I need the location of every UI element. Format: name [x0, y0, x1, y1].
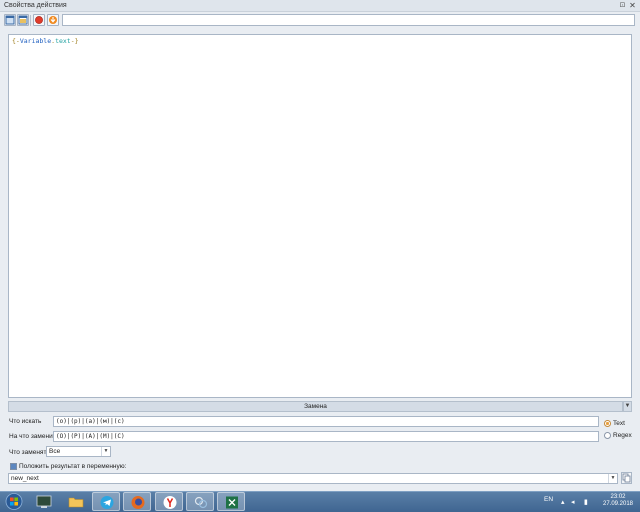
start-icon — [5, 493, 23, 510]
layout-single-button[interactable] — [4, 14, 16, 26]
mode-text-radio[interactable] — [604, 420, 611, 427]
window-title: Свойства действия — [4, 2, 67, 9]
editor-code-line: {-Variable.text-} — [12, 37, 79, 45]
copy-variable-button[interactable] — [621, 472, 632, 484]
record-icon — [35, 16, 43, 24]
layout-split-icon — [18, 15, 28, 25]
replace-section-header[interactable]: Замена — [8, 401, 623, 412]
layout-single-icon — [5, 15, 15, 25]
tray-date: 27.09.2018 — [602, 501, 634, 507]
taskbar-app-firefox[interactable] — [123, 492, 151, 511]
taskbar-app-telegram[interactable] — [92, 492, 120, 511]
find-label: Что искать — [9, 418, 42, 425]
tray-chevron-up-icon[interactable]: ▴ — [561, 498, 565, 506]
mode-text-label: Text — [613, 420, 625, 427]
download-button[interactable] — [47, 14, 59, 26]
chevron-down-icon: ▼ — [608, 474, 617, 483]
record-button[interactable] — [33, 14, 45, 26]
firefox-icon — [131, 496, 145, 509]
result-variable-select[interactable]: new_next ▼ — [8, 473, 618, 484]
folder-icon — [68, 497, 84, 508]
pin-button[interactable]: ⊡ — [618, 1, 627, 10]
chevron-down-icon: ▼ — [624, 403, 631, 409]
what-to-replace-select[interactable]: Все ▼ — [46, 446, 111, 457]
toolbar-separator — [30, 15, 31, 26]
code-editor[interactable]: {-Variable.text-} — [8, 34, 632, 398]
app-icon — [194, 496, 208, 509]
result-variable-label: Положить результат в переменную: — [19, 463, 127, 470]
tray-clock[interactable]: 23:02 27.09.2018 — [600, 494, 636, 508]
download-icon — [49, 16, 57, 24]
tray-time: 23:02 — [610, 494, 626, 500]
code-close-brace: -} — [70, 37, 79, 45]
taskbar-app-yandex[interactable] — [155, 492, 183, 511]
taskbar-app-terminal[interactable] — [30, 492, 58, 511]
code-variable: Variable — [19, 37, 52, 45]
code-property: text — [55, 37, 71, 45]
excel-icon — [226, 496, 238, 509]
chevron-down-icon: ▼ — [101, 447, 110, 456]
taskbar-app-excel[interactable] — [217, 492, 245, 511]
close-button[interactable]: ✕ — [628, 1, 637, 10]
taskbar-app-explorer[interactable] — [62, 492, 90, 511]
tray-network-icon[interactable]: ▮ — [584, 498, 588, 506]
tray-volume-icon[interactable]: ◂ — [571, 498, 575, 506]
replace-input[interactable]: (O)|(P)|(A)|(M)|(C) — [53, 431, 599, 442]
start-button[interactable] — [4, 492, 24, 511]
mode-regex-label: Regex — [613, 432, 632, 439]
taskbar-app-generic[interactable] — [186, 492, 214, 511]
code-open-brace: {- — [12, 37, 20, 45]
result-variable-value: new_next — [11, 475, 39, 482]
terminal-icon — [36, 495, 52, 508]
replace-collapse-button[interactable]: ▼ — [623, 401, 632, 412]
replace-label: На что заменить — [9, 433, 60, 440]
telegram-icon — [100, 496, 114, 509]
tray-language[interactable]: EN — [544, 496, 553, 503]
toolbar-input[interactable] — [62, 14, 635, 26]
copy-icon — [622, 473, 631, 483]
yandex-icon — [163, 496, 177, 509]
what-to-replace-value: Все — [49, 448, 61, 455]
mode-regex-radio[interactable] — [604, 432, 611, 439]
what-to-replace-label: Что заменять — [9, 449, 50, 456]
result-variable-checkbox[interactable] — [10, 463, 17, 470]
find-input[interactable]: (о)|(р)|(а)|(м)|(с) — [53, 416, 599, 427]
layout-split-button[interactable] — [17, 14, 29, 26]
window-titlebar — [0, 0, 640, 12]
